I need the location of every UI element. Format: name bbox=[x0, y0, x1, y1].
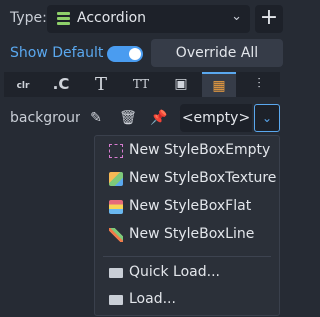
font-tab-icon: T bbox=[94, 74, 107, 95]
show-default-toggle[interactable] bbox=[107, 46, 143, 62]
menu-item-quick-load[interactable]: Quick Load... bbox=[95, 260, 279, 286]
menu-item-load[interactable]: Load... bbox=[95, 287, 279, 313]
property-label: background bbox=[10, 110, 80, 126]
chevron-down-icon: ⌄ bbox=[231, 9, 242, 24]
accordion-icon bbox=[57, 12, 70, 26]
tab-constants[interactable]: .C bbox=[44, 72, 78, 97]
trash-icon[interactable]: 🗑 bbox=[118, 108, 138, 128]
menu-item-label: Load... bbox=[129, 291, 176, 307]
menu-item-new-styleboxempty[interactable]: New StyleBoxEmpty bbox=[95, 138, 279, 164]
folder-icon bbox=[109, 295, 123, 305]
override-all-button[interactable]: Override All bbox=[151, 39, 283, 67]
resource-popup-menu: New StyleBoxEmpty New StyleBoxTexture Ne… bbox=[94, 135, 280, 316]
menu-item-new-styleboxtexture[interactable]: New StyleBoxTexture bbox=[95, 166, 279, 192]
pencil-icon[interactable]: ✎ bbox=[86, 108, 106, 128]
tab-colors[interactable]: clr bbox=[6, 72, 40, 97]
tab-font-sizes[interactable]: TT bbox=[124, 72, 158, 97]
tab-misc[interactable]: ⫶ bbox=[242, 72, 276, 97]
resource-value-field[interactable]: <empty> bbox=[180, 104, 252, 132]
show-default-label: Show Default bbox=[10, 45, 104, 61]
toggle-knob bbox=[129, 48, 141, 60]
type-label: Type: bbox=[10, 10, 47, 26]
theme-type-tabs: clr .C T TT ▣ ▦ ⫶ bbox=[4, 72, 280, 97]
type-select[interactable]: Accordion ⌄ bbox=[47, 5, 250, 33]
constant-tab-icon: .C bbox=[52, 75, 70, 93]
stylebox-texture-icon bbox=[109, 172, 123, 186]
type-select-value: Accordion bbox=[77, 10, 147, 26]
folder-icon bbox=[109, 268, 123, 278]
tab-icons[interactable]: ▣ bbox=[164, 72, 198, 97]
color-tab-icon: clr bbox=[16, 81, 30, 91]
stylebox-property-row: background ✎ 🗑 📌 <empty> ⌄ bbox=[0, 104, 284, 132]
menu-item-label: New StyleBoxTexture bbox=[129, 170, 277, 186]
menu-item-new-styleboxline[interactable]: New StyleBoxLine bbox=[95, 222, 279, 248]
pin-icon[interactable]: 📌 bbox=[149, 108, 169, 128]
stylebox-line-icon bbox=[109, 228, 123, 242]
tab-styles[interactable]: ▦ bbox=[202, 72, 236, 97]
menu-item-label: New StyleBoxLine bbox=[129, 226, 255, 242]
add-type-button[interactable]: + bbox=[255, 5, 283, 33]
type-row: Type: Accordion ⌄ + bbox=[0, 5, 284, 33]
stylebox-flat-icon bbox=[109, 200, 123, 214]
menu-separator bbox=[103, 256, 271, 257]
stylebox-empty-icon bbox=[109, 144, 123, 158]
tab-fonts[interactable]: T bbox=[84, 72, 118, 97]
menu-item-label: New StyleBoxFlat bbox=[129, 198, 252, 214]
menu-item-label: Quick Load... bbox=[129, 264, 220, 280]
tools-tab-icon: ⫶ bbox=[257, 76, 261, 92]
menu-item-label: New StyleBoxEmpty bbox=[129, 142, 271, 158]
image-tab-icon: ▣ bbox=[174, 76, 188, 92]
menu-item-new-styleboxflat[interactable]: New StyleBoxFlat bbox=[95, 194, 279, 220]
font-size-tab-icon: TT bbox=[132, 77, 150, 91]
default-row: Show Default Override All bbox=[0, 38, 284, 68]
resource-dropdown-button[interactable]: ⌄ bbox=[254, 104, 280, 132]
stylebox-tab-icon: ▦ bbox=[212, 78, 226, 94]
